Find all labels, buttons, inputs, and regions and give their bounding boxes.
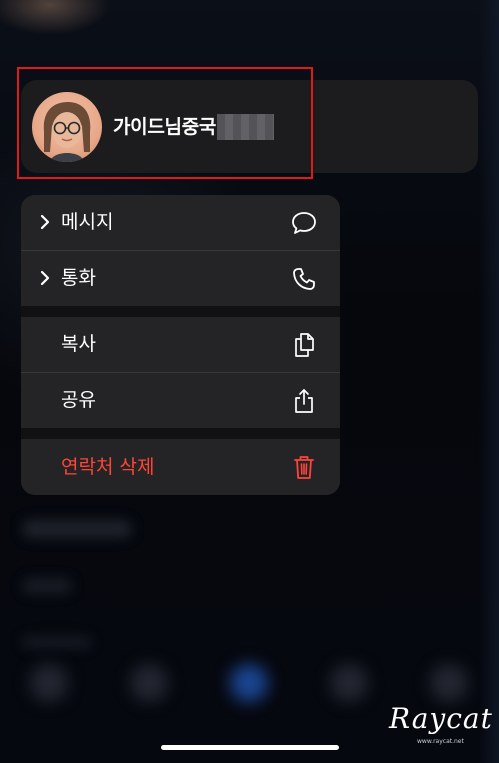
background-blur-icon bbox=[330, 664, 368, 702]
background-blur-shape bbox=[22, 520, 132, 538]
copy-icon bbox=[295, 333, 314, 357]
chevron-right-icon bbox=[40, 270, 50, 286]
background-blur-icon bbox=[30, 664, 68, 702]
message-bubble-icon bbox=[292, 212, 316, 234]
raycat-watermark: Raycat www.raycat.net bbox=[389, 702, 492, 748]
menu-item-label: 통화 bbox=[61, 267, 96, 289]
watermark-url: www.raycat.net bbox=[417, 738, 464, 745]
menu-item-delete-contact[interactable]: 연락처 삭제 bbox=[21, 439, 340, 495]
menu-item-copy[interactable]: 복사 bbox=[21, 317, 340, 372]
contact-context-menu: 메시지 통화 복사 공유 연락처 삭제 bbox=[21, 195, 340, 495]
menu-item-message[interactable]: 메시지 bbox=[21, 195, 340, 250]
share-icon bbox=[295, 389, 313, 413]
phone-icon bbox=[293, 268, 315, 290]
menu-item-share[interactable]: 공유 bbox=[21, 373, 340, 428]
background-edge bbox=[479, 0, 499, 763]
menu-item-label: 복사 bbox=[61, 333, 96, 355]
chevron-right-icon bbox=[40, 214, 50, 230]
highlight-annotation-box bbox=[17, 67, 313, 179]
watermark-logo-text: Raycat bbox=[389, 702, 493, 735]
menu-item-label: 공유 bbox=[61, 389, 96, 411]
background-blur-shape bbox=[22, 636, 92, 648]
background-blur-shape bbox=[22, 578, 72, 594]
trash-icon bbox=[294, 456, 314, 479]
background-blur-icon bbox=[130, 664, 168, 702]
background-blur-icon bbox=[230, 664, 268, 702]
home-indicator[interactable] bbox=[161, 745, 339, 750]
menu-item-call[interactable]: 통화 bbox=[21, 251, 340, 306]
background-blur-icon bbox=[430, 664, 468, 702]
menu-item-label: 연락처 삭제 bbox=[61, 456, 155, 478]
menu-item-label: 메시지 bbox=[61, 211, 114, 233]
